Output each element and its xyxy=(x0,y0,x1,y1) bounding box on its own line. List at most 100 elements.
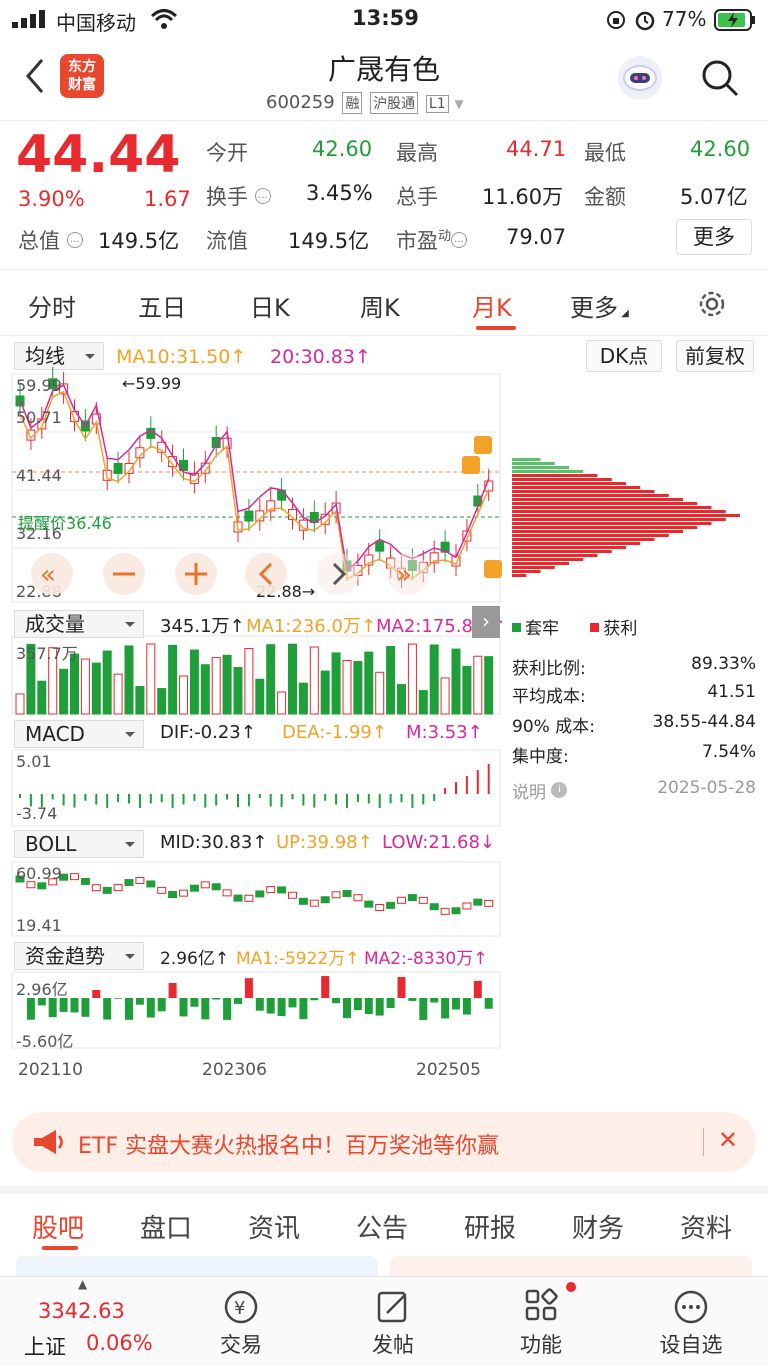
fund-bar xyxy=(234,998,242,1004)
volume-value: 345.1万↑ xyxy=(160,616,245,637)
boll-candle xyxy=(179,889,188,897)
zoom-out-button[interactable] xyxy=(103,553,145,595)
volume-selector[interactable]: 成交量 xyxy=(14,610,144,638)
functions-button[interactable]: 功能 xyxy=(486,1287,596,1359)
boll-candle xyxy=(146,880,156,888)
svg-text:«: « xyxy=(40,560,56,590)
period-tabs: 分时 五日 日K 周K 月K 更多 ◢ xyxy=(0,270,768,336)
boll-candle xyxy=(233,894,243,902)
boll-candle xyxy=(102,886,112,894)
boll-legend-row: BOLL MID:30.83↑ UP:39.98↑ LOW:21.68↓ xyxy=(0,830,500,860)
quote-mktcap[interactable]: 总值 … xyxy=(18,225,83,255)
fund-ma1: MA1:-5922万↑ xyxy=(236,949,360,969)
volume-bar xyxy=(451,648,461,715)
tab-announcements[interactable]: 公告 xyxy=(356,1208,408,1245)
boll-candle xyxy=(91,884,101,892)
chip-bar xyxy=(512,538,655,541)
index-percent: 0.06% xyxy=(86,1331,153,1355)
close-icon[interactable]: ✕ xyxy=(718,1126,738,1154)
chip-bar xyxy=(512,490,655,493)
macd-selector[interactable]: MACD xyxy=(14,720,144,748)
tab-financials[interactable]: 财务 xyxy=(572,1208,624,1245)
boll-selector[interactable]: BOLL xyxy=(14,830,144,858)
tab-monthly[interactable]: 月K xyxy=(472,288,512,323)
chip-bar xyxy=(512,522,712,525)
tab-forum[interactable]: 股吧 xyxy=(32,1208,84,1245)
boll-mid: MID:30.83↑ xyxy=(160,832,268,853)
chip-bar xyxy=(512,574,527,577)
gear-icon[interactable] xyxy=(696,288,728,320)
trapped-swatch xyxy=(512,623,521,632)
chip-bar xyxy=(512,566,555,569)
tab-weekly[interactable]: 周K xyxy=(360,288,400,323)
chip-bar xyxy=(512,462,555,465)
tab-five-day[interactable]: 五日 xyxy=(138,288,186,323)
zoom-in-button[interactable] xyxy=(175,553,217,595)
volume-y-top: 357.7万 xyxy=(16,644,78,663)
volume-bar xyxy=(233,667,243,715)
expand-panel-button[interactable]: › xyxy=(472,606,500,638)
quote-amount: 金额 xyxy=(584,185,626,209)
fund-bar xyxy=(212,998,221,1000)
chip-bar xyxy=(512,486,641,489)
index-quote[interactable]: ▲ 3342.63 上证 0.06% xyxy=(0,1277,180,1366)
tab-intraday[interactable]: 分时 xyxy=(28,288,76,323)
panel-frame xyxy=(11,749,501,827)
content-tabs: 股吧 盘口 资讯 公告 研报 财务 资料 xyxy=(0,1186,768,1250)
more-quote-button[interactable]: 更多 xyxy=(676,219,752,255)
tab-news[interactable]: 资讯 xyxy=(248,1208,300,1245)
index-value: 3342.63 xyxy=(38,1299,125,1323)
fund-bar xyxy=(190,998,199,1007)
chart-controls: « » xyxy=(31,553,429,595)
fund-bar xyxy=(332,998,341,1004)
scroll-left-button[interactable] xyxy=(245,553,287,595)
scroll-left-fast-button[interactable]: « xyxy=(31,553,73,595)
chip-avg-cost: 平均成本: 41.51 xyxy=(512,682,756,707)
scroll-right-fast-button[interactable]: » xyxy=(387,553,429,595)
quote-turnover[interactable]: 换手 … xyxy=(206,181,271,211)
tab-profile[interactable]: 资料 xyxy=(680,1208,732,1245)
stock-code-row[interactable]: 600259 融 沪股通 L1 ▼ xyxy=(266,92,464,114)
more-dots-icon xyxy=(674,1290,708,1324)
tab-research[interactable]: 研报 xyxy=(464,1208,516,1245)
fund-selector[interactable]: 资金趋势 xyxy=(14,942,144,970)
promo-banner[interactable]: ETF 实盘大赛火热报名中！百万奖池等你赢 ✕ xyxy=(12,1112,756,1172)
fund-bar xyxy=(288,998,297,1008)
change-amount: 1.67 xyxy=(144,187,191,211)
volume-bar xyxy=(179,675,188,715)
boll-candle xyxy=(451,907,461,915)
scroll-right-button[interactable] xyxy=(317,553,359,595)
chip-bar xyxy=(512,514,740,517)
boll-candle xyxy=(320,896,330,904)
tab-orderbook[interactable]: 盘口 xyxy=(140,1208,192,1245)
search-icon[interactable] xyxy=(700,58,740,98)
chip-note-row[interactable]: 说明 i 2025-05-28 xyxy=(512,778,756,803)
quote-low: 最低 xyxy=(584,141,626,165)
caret-up-icon: ▲ xyxy=(78,1277,88,1291)
post-button[interactable]: 发帖 xyxy=(338,1287,448,1359)
stock-header: 东方 财富 广晟有色 600259 融 沪股通 L1 ▼ xyxy=(0,40,768,120)
chip-bar xyxy=(512,550,612,553)
volume-bar xyxy=(168,644,178,715)
boll-candle xyxy=(418,896,428,904)
assistant-avatar[interactable] xyxy=(618,56,662,100)
add-watchlist-button[interactable]: 设自选 xyxy=(636,1287,746,1359)
fund-bar xyxy=(310,998,319,1001)
edit-icon xyxy=(377,1291,407,1323)
tab-daily[interactable]: 日K xyxy=(250,288,290,323)
tab-more[interactable]: 更多 ◢ xyxy=(570,288,629,323)
chip-bar xyxy=(512,562,569,565)
boll-candle xyxy=(157,886,167,894)
clock: 13:59 xyxy=(352,6,419,30)
svg-text:¥: ¥ xyxy=(234,1298,245,1319)
chip-bar xyxy=(512,542,641,545)
fund-bar xyxy=(484,998,493,1009)
quote-pe[interactable]: 市盈动… xyxy=(396,225,468,255)
trade-button[interactable]: ¥ 交易 xyxy=(186,1287,296,1359)
alert-price-label[interactable]: 提醒价36.46 xyxy=(18,510,112,534)
battery-percent: 77% xyxy=(662,7,707,31)
fund-bar xyxy=(255,998,264,1011)
boll-candle xyxy=(386,901,396,909)
volume-bar xyxy=(91,662,101,715)
grid-icon xyxy=(525,1288,558,1321)
